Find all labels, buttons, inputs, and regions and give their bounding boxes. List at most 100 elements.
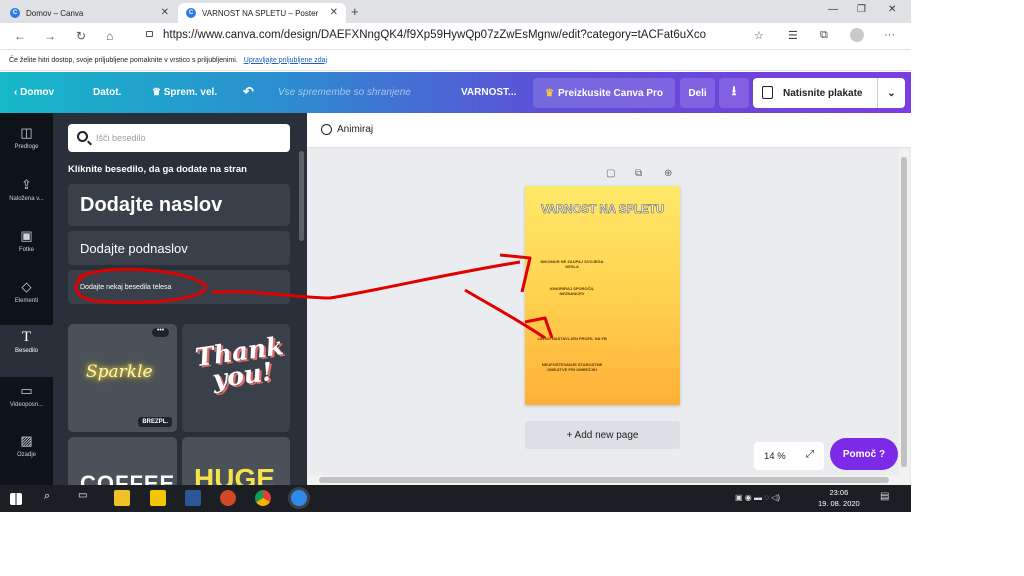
- edge-icon[interactable]: [291, 490, 307, 506]
- new-tab-button[interactable]: +: [351, 4, 359, 19]
- rail-item-elements[interactable]: ◇ Elementi: [0, 275, 53, 323]
- favorites-bar: Če želite hitri dostop, svoje priljublje…: [0, 50, 911, 71]
- notifications-icon[interactable]: ▤: [880, 491, 889, 502]
- vertical-scrollbar[interactable]: [899, 149, 909, 485]
- zoom-control[interactable]: 14 % ⤢: [754, 442, 824, 470]
- free-badge: BREZPL.: [138, 417, 172, 427]
- text-search-input[interactable]: Išči besedilo: [68, 124, 290, 152]
- rail-item-text[interactable]: T Besedilo: [0, 325, 53, 377]
- clock[interactable]: 23:06 19. 08. 2020: [818, 487, 860, 509]
- add-subheading-button[interactable]: Dodajte podnaslov: [68, 231, 290, 265]
- tab-label: VARNOST NA SPLETU – Poster: [202, 8, 319, 18]
- animate-icon: [321, 124, 332, 135]
- address-bar: ← → ↻ ⌂ https://www.canva.com/design/DAE…: [0, 23, 911, 50]
- poster-line[interactable]: NIKOMUR NE ZAUPAJ SVOJEGA GESLA: [537, 259, 607, 269]
- sticky-notes-icon[interactable]: [150, 490, 166, 506]
- duplicate-page-icon[interactable]: ⧉: [635, 168, 642, 179]
- help-button[interactable]: Pomoč ?: [830, 438, 898, 470]
- photos-icon: ▣: [20, 228, 33, 243]
- tile-text: Thank you!: [193, 331, 286, 394]
- close-window-icon[interactable]: ✕: [888, 4, 896, 15]
- collections-icon[interactable]: ⧉: [820, 29, 828, 42]
- screenshot-frame: C Domov – Canva ✕ C VARNOST NA SPLETU – …: [0, 0, 911, 512]
- poster-line[interactable]: JAVNO NASTAVLJEN PROFIL NA FB: [537, 336, 607, 341]
- task-view-icon[interactable]: ▭: [78, 490, 94, 506]
- restore-icon[interactable]: ❐: [857, 4, 866, 15]
- print-icon: [762, 86, 773, 99]
- chrome-icon[interactable]: [255, 490, 271, 506]
- canva-favicon-icon: C: [10, 8, 20, 18]
- home-icon[interactable]: ⌂: [106, 29, 113, 43]
- tab-poster[interactable]: C VARNOST NA SPLETU – Poster ✕: [178, 3, 346, 23]
- file-menu[interactable]: Datot.: [93, 87, 121, 98]
- add-heading-button[interactable]: Dodajte naslov: [68, 184, 290, 226]
- rail-item-photos[interactable]: ▣ Fotke: [0, 224, 53, 272]
- rail-item-videos[interactable]: ▭ Videoposn...: [0, 379, 53, 427]
- minimize-icon[interactable]: —: [828, 4, 838, 15]
- background-icon: ▨: [20, 433, 33, 448]
- rail-item-uploads[interactable]: ⇪ Naložena v...: [0, 173, 53, 221]
- text-panel: Išči besedilo Kliknite besedilo, da ga d…: [53, 113, 307, 497]
- file-explorer-icon[interactable]: [114, 490, 130, 506]
- print-posters-button[interactable]: Natisnite plakate ⌄: [753, 78, 905, 108]
- resize-button[interactable]: ♛ Sprem. vel.: [152, 87, 217, 98]
- elements-icon: ◇: [21, 279, 32, 294]
- tab-label: Domov – Canva: [26, 8, 84, 18]
- horizontal-scrollbar[interactable]: [307, 475, 899, 485]
- text-template-sparkle[interactable]: Sparkle ••• BREZPL.: [68, 324, 177, 432]
- expand-icon[interactable]: ⤢: [806, 449, 814, 460]
- add-new-page-button[interactable]: + Add new page: [525, 421, 680, 449]
- favorites-icon[interactable]: ☰: [788, 29, 798, 42]
- close-tab-icon[interactable]: ✕: [161, 7, 169, 18]
- search-icon: [77, 131, 88, 142]
- panel-scrollbar[interactable]: [299, 151, 304, 241]
- favorites-prompt: Če želite hitri dostop, svoje priljublje…: [9, 56, 238, 64]
- start-icon[interactable]: [10, 493, 22, 505]
- powerpoint-icon[interactable]: [220, 490, 236, 506]
- poster-page[interactable]: VARNOST NA SPLETU NIKOMUR NE ZAUPAJ SVOJ…: [525, 186, 680, 405]
- panel-title: Kliknite besedilo, da ga dodate na stran: [68, 164, 247, 175]
- word-icon[interactable]: [185, 490, 201, 506]
- chevron-down-icon[interactable]: ⌄: [877, 78, 905, 108]
- tray-icons[interactable]: ▣ ◉ ▬ ◌ ◁): [735, 493, 780, 502]
- tab-home[interactable]: C Domov – Canva ✕: [2, 3, 177, 23]
- add-page-icon[interactable]: ⊕: [664, 168, 672, 179]
- lock-icon: [146, 31, 153, 37]
- share-button[interactable]: Deli: [680, 78, 715, 108]
- crown-icon: ♛: [544, 87, 554, 99]
- poster-line[interactable]: IGNORIRAJ SPOROČIL NEZNANCEV: [537, 286, 607, 296]
- rail-item-templates[interactable]: ◫ Predloge: [0, 121, 53, 169]
- close-tab-icon[interactable]: ✕: [330, 7, 338, 18]
- poster-title[interactable]: VARNOST NA SPLETU: [525, 203, 680, 218]
- undo-icon[interactable]: ↶: [243, 84, 254, 100]
- manage-favorites-link[interactable]: Upravljajte priljubljene zdaj: [244, 57, 327, 64]
- browser-tab-bar: C Domov – Canva ✕ C VARNOST NA SPLETU – …: [0, 0, 911, 23]
- canva-favicon-icon: C: [186, 8, 196, 18]
- try-pro-button[interactable]: ♛ Preizkusite Canva Pro: [533, 78, 675, 108]
- more-options-icon[interactable]: •••: [152, 327, 169, 337]
- add-body-text-button[interactable]: Dodajte nekaj besedila telesa: [68, 270, 290, 304]
- home-button[interactable]: ‹ Domov: [14, 87, 54, 98]
- canva-header: ‹ Domov Datot. ♛ Sprem. vel. ↶ Vse sprem…: [0, 72, 911, 113]
- templates-icon: ◫: [20, 125, 33, 140]
- search-icon[interactable]: ⌕: [44, 490, 60, 506]
- design-title[interactable]: VARNOST...: [461, 87, 516, 98]
- editor-toolbar: Animiraj: [307, 113, 911, 148]
- design-canvas: Animiraj ▢ ⧉ ⊕ VARNOST NA SPLETU NIKOMUR…: [307, 113, 911, 485]
- windows-taskbar: ⌕ ▭ ▣ ◉ ▬ ◌ ◁) 23:06 19. 08. 2020 ▤: [0, 485, 911, 512]
- favorite-star-icon[interactable]: ☆: [754, 29, 764, 42]
- more-menu-icon[interactable]: ···: [884, 29, 895, 41]
- video-icon: ▭: [20, 383, 33, 398]
- back-icon[interactable]: ←: [14, 29, 26, 43]
- forward-icon[interactable]: →: [44, 29, 56, 43]
- animate-button[interactable]: Animiraj: [321, 124, 373, 135]
- url-field[interactable]: https://www.canva.com/design/DAEFXNngQK4…: [163, 29, 706, 41]
- poster-line[interactable]: NEUPOŠTEVANJE STAROSTNE OMEJITVE PRI OMR…: [537, 362, 607, 372]
- download-icon[interactable]: ⭳: [719, 78, 749, 108]
- profile-avatar[interactable]: [850, 28, 864, 42]
- page-notes-icon[interactable]: ▢: [606, 168, 615, 179]
- text-template-thank-you[interactable]: Thank you!: [182, 324, 290, 432]
- refresh-icon[interactable]: ↻: [76, 29, 86, 43]
- rail-item-background[interactable]: ▨ Ozadje: [0, 429, 53, 477]
- text-icon: T: [21, 329, 32, 345]
